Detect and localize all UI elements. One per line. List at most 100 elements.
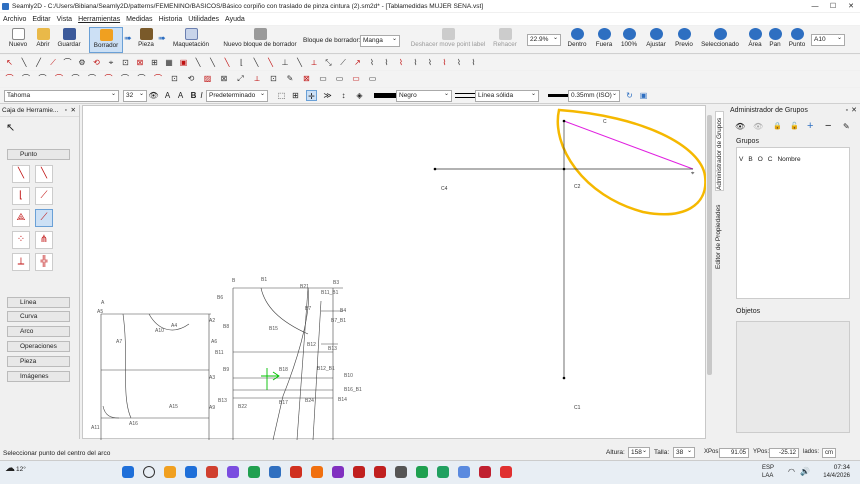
- menu-historia[interactable]: Historia: [159, 16, 183, 23]
- draw-tool-icon[interactable]: ╲: [222, 57, 233, 68]
- draw-tool-icon[interactable]: ╲: [207, 57, 218, 68]
- draw-tool-icon[interactable]: ⟲: [91, 57, 102, 68]
- point-c4[interactable]: [433, 167, 437, 171]
- category-punto-button[interactable]: Punto: [7, 149, 70, 160]
- draw-tool-icon[interactable]: ⌇: [439, 57, 450, 68]
- menu-herramientas[interactable]: Herramientas: [78, 16, 120, 23]
- draft-mode-button[interactable]: Borrador: [89, 27, 123, 53]
- units-field[interactable]: cm: [822, 448, 836, 458]
- taskbar-app-icon[interactable]: [353, 466, 365, 478]
- font-select[interactable]: Tahoma: [4, 90, 119, 102]
- size-select[interactable]: 38: [673, 447, 695, 458]
- font-shrink-icon[interactable]: A: [175, 90, 186, 101]
- zoom-point-button[interactable]: Punto: [786, 27, 808, 53]
- draw-tool-icon[interactable]: ⟋: [48, 57, 59, 68]
- save-button[interactable]: Guardar: [56, 27, 82, 53]
- draw-tool-icon[interactable]: ╲: [251, 57, 262, 68]
- category-operaciones-button[interactable]: Operaciones: [7, 341, 70, 352]
- draw-tool-icon[interactable]: ⟋: [338, 57, 349, 68]
- draft-block-select[interactable]: Manga: [360, 35, 400, 47]
- refresh-icon[interactable]: ↻: [624, 90, 635, 101]
- draw-tool-icon[interactable]: ⌇: [367, 57, 378, 68]
- taskbar-app-icon[interactable]: [437, 466, 449, 478]
- point-tool-button[interactable]: ╲: [12, 165, 30, 183]
- paper-size-select[interactable]: A10: [811, 34, 845, 46]
- menu-utilidades[interactable]: Utilidades: [188, 16, 219, 23]
- draw-tool-icon[interactable]: ⌇: [468, 57, 479, 68]
- point-tool-button[interactable]: ⋔: [35, 231, 53, 249]
- font-size-select[interactable]: 32: [123, 90, 147, 102]
- scrollbar-thumb[interactable]: [707, 115, 712, 375]
- curve-tool-icon[interactable]: ⌒: [136, 73, 147, 84]
- draw-tool-icon[interactable]: ⊥: [280, 57, 291, 68]
- curve-tool-icon[interactable]: ⌒: [153, 73, 164, 84]
- tag-icon[interactable]: ◈: [354, 90, 365, 101]
- tab-property-editor[interactable]: Editor de Propiedades: [715, 197, 722, 269]
- point-tool-button[interactable]: ⟋: [35, 209, 53, 227]
- curve-tool-icon[interactable]: ⌒: [70, 73, 81, 84]
- wifi-icon[interactable]: ◠: [788, 467, 795, 476]
- category-arco-button[interactable]: Arco: [7, 326, 70, 337]
- unlock-icon[interactable]: 🔓: [790, 122, 799, 130]
- curve-tool-icon[interactable]: ▭: [334, 73, 345, 84]
- draw-tool-icon[interactable]: ⌒: [62, 57, 73, 68]
- draw-tool-icon[interactable]: ⌖: [106, 57, 117, 68]
- canvas-vertical-scrollbar[interactable]: [706, 105, 713, 439]
- point-tool-button[interactable]: ⁘: [12, 231, 30, 249]
- taskbar-app-icon[interactable]: [269, 466, 281, 478]
- curve-tool-icon[interactable]: ⌒: [37, 73, 48, 84]
- taskbar-app-icon[interactable]: [206, 466, 218, 478]
- piece-mode-button[interactable]: Pieza: [134, 27, 158, 53]
- zoom-in-button[interactable]: Dentro: [564, 27, 590, 53]
- float-icon[interactable]: ▫: [65, 105, 67, 117]
- taskbar-app-icon[interactable]: [227, 466, 239, 478]
- curve-tool-icon[interactable]: ⟂: [252, 73, 263, 84]
- curve-tool-icon[interactable]: ⊡: [169, 73, 180, 84]
- layout-mode-button[interactable]: Maquetación: [170, 27, 212, 53]
- maximize-button[interactable]: ☐: [828, 2, 838, 10]
- category-imagenes-button[interactable]: Imágenes: [7, 371, 70, 382]
- new-draft-block-button[interactable]: Nuevo bloque de borrador: [220, 27, 300, 53]
- close-icon[interactable]: ✕: [71, 105, 76, 117]
- close-button[interactable]: ✕: [846, 2, 856, 10]
- taskbar-app-icon[interactable]: [248, 466, 260, 478]
- curve-tool-icon[interactable]: ▭: [367, 73, 378, 84]
- frame-icon[interactable]: ⬚: [276, 90, 287, 101]
- category-pieza-button[interactable]: Pieza: [7, 356, 70, 367]
- draw-tool-icon[interactable]: ⟂: [309, 57, 320, 68]
- grid-icon[interactable]: ⊞: [290, 90, 301, 101]
- curve-tool-icon[interactable]: ▭: [318, 73, 329, 84]
- tab-group-manager[interactable]: Administrador de Grupos: [715, 111, 724, 191]
- chevrons-icon[interactable]: ≫: [322, 90, 333, 101]
- taskbar-app-icon[interactable]: [416, 466, 428, 478]
- clock-time[interactable]: 07:34: [822, 464, 850, 471]
- taskbar-app-icon[interactable]: [479, 466, 491, 478]
- resize-icon[interactable]: ↕: [338, 90, 349, 101]
- draw-tool-icon[interactable]: ▣: [178, 57, 189, 68]
- draw-tool-icon[interactable]: ⌇: [381, 57, 392, 68]
- draw-tool-icon[interactable]: ⤡: [323, 57, 334, 68]
- start-icon[interactable]: [122, 466, 134, 478]
- draw-tool-icon[interactable]: ⊠: [135, 57, 146, 68]
- objects-list[interactable]: [736, 321, 850, 433]
- draw-tool-icon[interactable]: ╲: [193, 57, 204, 68]
- point-tool-button[interactable]: ╲: [35, 165, 53, 183]
- draw-tool-icon[interactable]: ⊞: [149, 57, 160, 68]
- weather-icon[interactable]: ☁: [5, 463, 15, 474]
- zoom-previous-button[interactable]: Previo: [672, 27, 696, 53]
- point-tool-button[interactable]: ╬: [35, 253, 53, 271]
- zoom-fit-button[interactable]: Ajustar: [642, 27, 670, 53]
- draw-tool-icon[interactable]: ⚙: [77, 57, 88, 68]
- open-button[interactable]: Abrir: [32, 27, 54, 53]
- curve-tool-icon[interactable]: ⌒: [21, 73, 32, 84]
- draw-tool-icon[interactable]: ╲: [265, 57, 276, 68]
- point-c1[interactable]: [562, 376, 566, 380]
- draw-tool-icon[interactable]: ⌇: [410, 57, 421, 68]
- menu-medidas[interactable]: Medidas: [126, 16, 152, 23]
- draw-tool-icon[interactable]: ↗: [352, 57, 363, 68]
- category-curva-button[interactable]: Curva: [7, 311, 70, 322]
- drawing-canvas[interactable]: C C2 C4 C1 ⌖ B B1 B3 B21 B11_B1 B6 B7 B4…: [82, 105, 707, 440]
- taskbar-app-icon[interactable]: [332, 466, 344, 478]
- volume-icon[interactable]: 🔊: [800, 467, 810, 476]
- draw-tool-icon[interactable]: ╲: [294, 57, 305, 68]
